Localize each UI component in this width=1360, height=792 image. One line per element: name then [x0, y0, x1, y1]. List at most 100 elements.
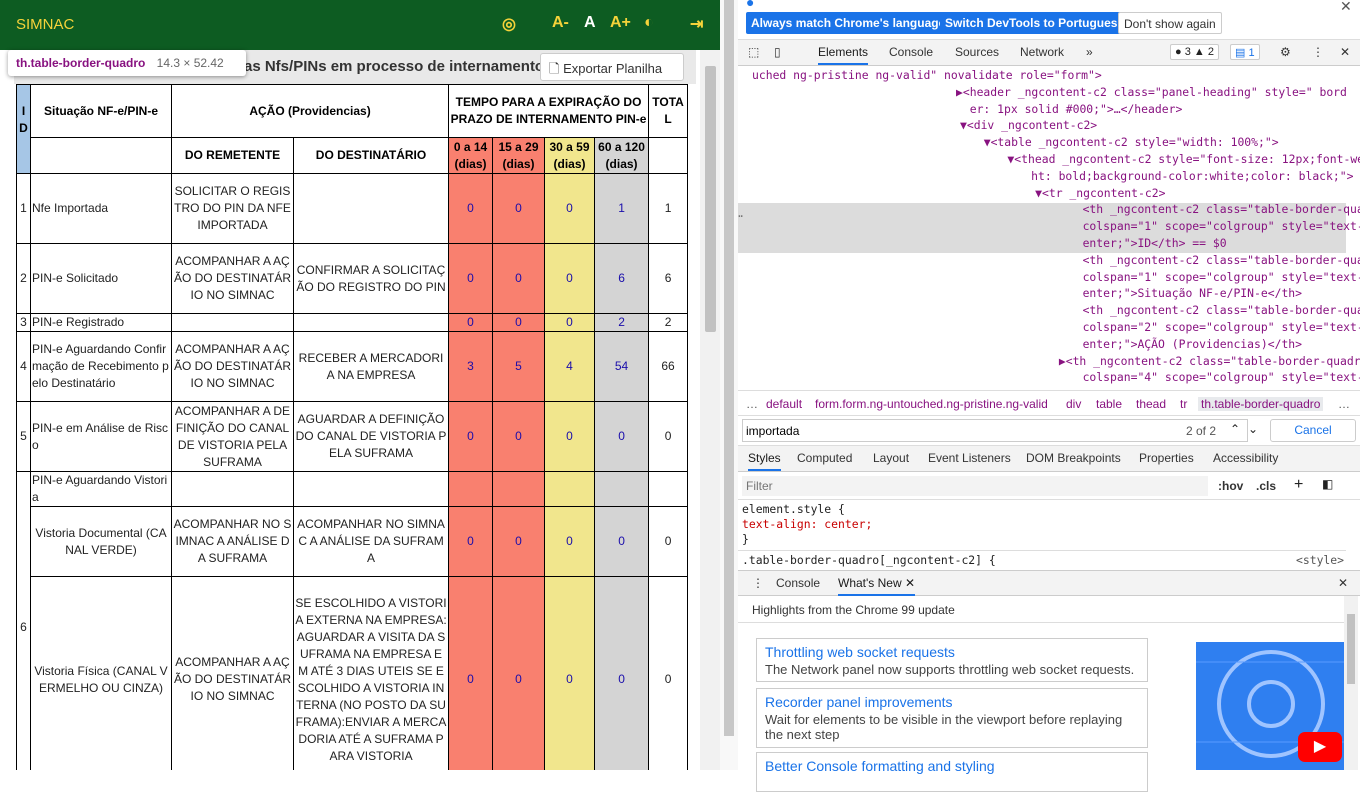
drawer-tab-console[interactable]: Console — [776, 576, 820, 590]
contrast-icon[interactable]: ◐ — [644, 14, 654, 32]
close-infobar-icon[interactable]: ✕ — [1340, 0, 1352, 15]
export-spreadsheet-button[interactable]: 🗋 Exportar Planilha — [540, 53, 684, 81]
row-count-0-14[interactable]: 0 — [448, 243, 494, 314]
tab-console[interactable]: Console — [889, 45, 933, 59]
crumb-th[interactable]: th.table-border-quadro — [1198, 397, 1324, 411]
row-count-60-120[interactable]: 0 — [594, 506, 650, 577]
dom-node-line[interactable]: ▼<tr _ngcontent-c2> — [994, 185, 1165, 202]
issues-badge[interactable]: ● 3 ▲ 2 — [1170, 44, 1219, 60]
drawer-tab-whats-new[interactable]: What's New ✕ — [838, 576, 916, 596]
subtab-accessibility[interactable]: Accessibility — [1213, 451, 1278, 465]
new-rule-icon[interactable]: + — [1294, 476, 1303, 494]
dom-node-line[interactable]: enter;">ID</th> == $0 — [1014, 235, 1227, 252]
row-count-15-29[interactable]: 0 — [492, 173, 546, 244]
dom-node-line[interactable]: colspan="4" scope="colgroup" style="text… — [1014, 369, 1360, 386]
dom-node-line[interactable]: colspan="1" scope="colgroup" style="text… — [1014, 269, 1360, 286]
subtab-computed[interactable]: Computed — [797, 451, 852, 465]
drawer-scrollbar[interactable] — [1344, 596, 1358, 770]
subtab-event-listeners[interactable]: Event Listeners — [928, 451, 1011, 465]
crumb-div[interactable]: div — [1066, 397, 1081, 411]
row-count-0-14[interactable]: 3 — [448, 331, 494, 402]
row-count-30-59[interactable]: 0 — [544, 173, 596, 244]
tab-sources[interactable]: Sources — [955, 45, 999, 59]
dom-node-line[interactable]: <th _ngcontent-c2 class="table-border-qu… — [1014, 201, 1360, 218]
row-count-60-120[interactable]: 6 — [594, 243, 650, 314]
style-declaration[interactable]: text-align: center; — [742, 517, 872, 532]
subtab-dom-breakpoints[interactable]: DOM Breakpoints — [1026, 451, 1121, 465]
settings-gear-icon[interactable]: ⚙ — [1280, 45, 1291, 59]
tab-network[interactable]: Network — [1020, 45, 1064, 59]
dom-node-line[interactable]: enter;">AÇÃO (Providencias)</th> — [1014, 336, 1302, 353]
row-count-30-59[interactable]: 0 — [544, 243, 596, 314]
inspect-icon[interactable]: ⬚ — [748, 45, 759, 59]
row-count-0-14[interactable]: 0 — [448, 313, 494, 332]
close-drawer-icon[interactable]: ✕ — [1338, 576, 1348, 590]
dom-node-line[interactable]: er: 1px solid #000;">…</header> — [956, 101, 1183, 118]
row-count-15-29[interactable]: 0 — [492, 313, 546, 332]
elements-tree[interactable]: … uched ng-pristine ng-valid" novalidate… — [738, 66, 1360, 390]
row-count-30-59[interactable]: 0 — [544, 506, 596, 577]
row-count-0-14[interactable]: 0 — [448, 173, 494, 244]
kebab-menu-icon[interactable]: ⋮ — [1312, 45, 1324, 59]
dom-node-line[interactable]: ▶<header _ngcontent-c2 class="panel-head… — [956, 84, 1347, 101]
dom-node-line[interactable]: ▶<th _ngcontent-c2 class="table-border-q… — [1004, 353, 1360, 370]
font-increase-button[interactable]: A+ — [610, 14, 631, 32]
split-scrollbar[interactable] — [720, 0, 738, 770]
styles-pane[interactable]: element.style { text-align: center; } .t… — [738, 500, 1360, 570]
row-count-15-29[interactable]: 0 — [492, 506, 546, 577]
search-cancel-button[interactable]: Cancel — [1270, 419, 1356, 442]
ellipsis-icon[interactable]: … — [738, 205, 743, 222]
row-count-15-29[interactable]: 0 — [492, 243, 546, 314]
search-next-icon[interactable]: ⌄ — [1248, 422, 1258, 436]
row-count-15-29[interactable]: 5 — [492, 331, 546, 402]
dom-node-line[interactable]: ht: bold;background-color:white;color: b… — [990, 168, 1353, 185]
news-card[interactable]: Recorder panel improvements Wait for ele… — [756, 688, 1148, 748]
row-count-60-120[interactable]: 0 — [594, 401, 650, 472]
style-source-link[interactable]: <style> — [1296, 553, 1344, 568]
crumb-tr[interactable]: tr — [1180, 397, 1187, 411]
crumb-form[interactable]: form.form.ng-untouched.ng-pristine.ng-va… — [815, 397, 1048, 411]
messages-badge[interactable]: ▤ 1 — [1230, 44, 1260, 60]
lifebuoy-icon[interactable]: ◎ — [502, 14, 516, 34]
row-count-30-59[interactable]: 0 — [544, 576, 596, 770]
tab-elements[interactable]: Elements — [818, 45, 869, 65]
row-count-15-29[interactable]: 0 — [492, 401, 546, 472]
news-card[interactable]: Throttling web socket requests The Netwo… — [756, 638, 1148, 682]
class-toggle[interactable]: .cls — [1256, 479, 1276, 493]
logout-icon[interactable]: ⇥ — [690, 14, 703, 34]
match-language-button[interactable]: Always match Chrome's language — [746, 12, 951, 34]
hover-state-toggle[interactable]: :hov — [1218, 479, 1243, 493]
row-count-30-59[interactable]: 0 — [544, 401, 596, 472]
close-devtools-icon[interactable]: ✕ — [1340, 45, 1350, 59]
dom-node-line[interactable]: <th _ngcontent-c2 class="table-border-qu… — [1014, 302, 1360, 319]
row-count-15-29[interactable]: 0 — [492, 576, 546, 770]
subtab-layout[interactable]: Layout — [873, 451, 909, 465]
crumb-table[interactable]: table — [1096, 397, 1122, 411]
row-count-60-120[interactable]: 54 — [594, 331, 650, 402]
dom-node-line[interactable]: ▼<table _ngcontent-c2 style="width: 100%… — [970, 134, 1279, 151]
dont-show-again-button[interactable]: Don't show again — [1118, 12, 1222, 34]
crumb-thead[interactable]: thead — [1136, 397, 1166, 411]
styles-filter-input[interactable] — [742, 476, 1208, 496]
sidebar-toggle-icon[interactable]: ◧ — [1322, 477, 1333, 491]
dom-node-line[interactable]: enter;">Situação NF-e/PIN-e</th> — [1014, 285, 1302, 302]
row-count-60-120[interactable]: 2 — [594, 313, 650, 332]
page-scrollbar[interactable] — [700, 50, 720, 770]
play-icon[interactable]: ▶ — [1298, 732, 1342, 762]
row-count-30-59[interactable]: 4 — [544, 331, 596, 402]
news-card[interactable]: Better Console formatting and styling — [756, 752, 1148, 792]
subtab-properties[interactable]: Properties — [1139, 451, 1194, 465]
row-count-0-14[interactable]: 0 — [448, 401, 494, 472]
dom-node-line[interactable]: colspan="2" scope="colgroup" style="text… — [1014, 319, 1360, 336]
more-tabs-icon[interactable]: » — [1086, 45, 1093, 59]
device-toolbar-icon[interactable]: ▯ — [774, 45, 781, 59]
dom-node-line[interactable]: colspan="1" scope="colgroup" style="text… — [1014, 218, 1360, 235]
font-decrease-button[interactable]: A- — [552, 14, 569, 32]
subtab-styles[interactable]: Styles — [748, 451, 781, 471]
row-count-30-59[interactable]: 0 — [544, 313, 596, 332]
row-count-0-14[interactable]: 0 — [448, 506, 494, 577]
page-scrollbar-thumb[interactable] — [705, 66, 716, 332]
search-prev-icon[interactable]: ⌃ — [1230, 422, 1240, 436]
dom-search-input[interactable] — [742, 419, 1248, 442]
row-count-60-120[interactable]: 1 — [594, 173, 650, 244]
